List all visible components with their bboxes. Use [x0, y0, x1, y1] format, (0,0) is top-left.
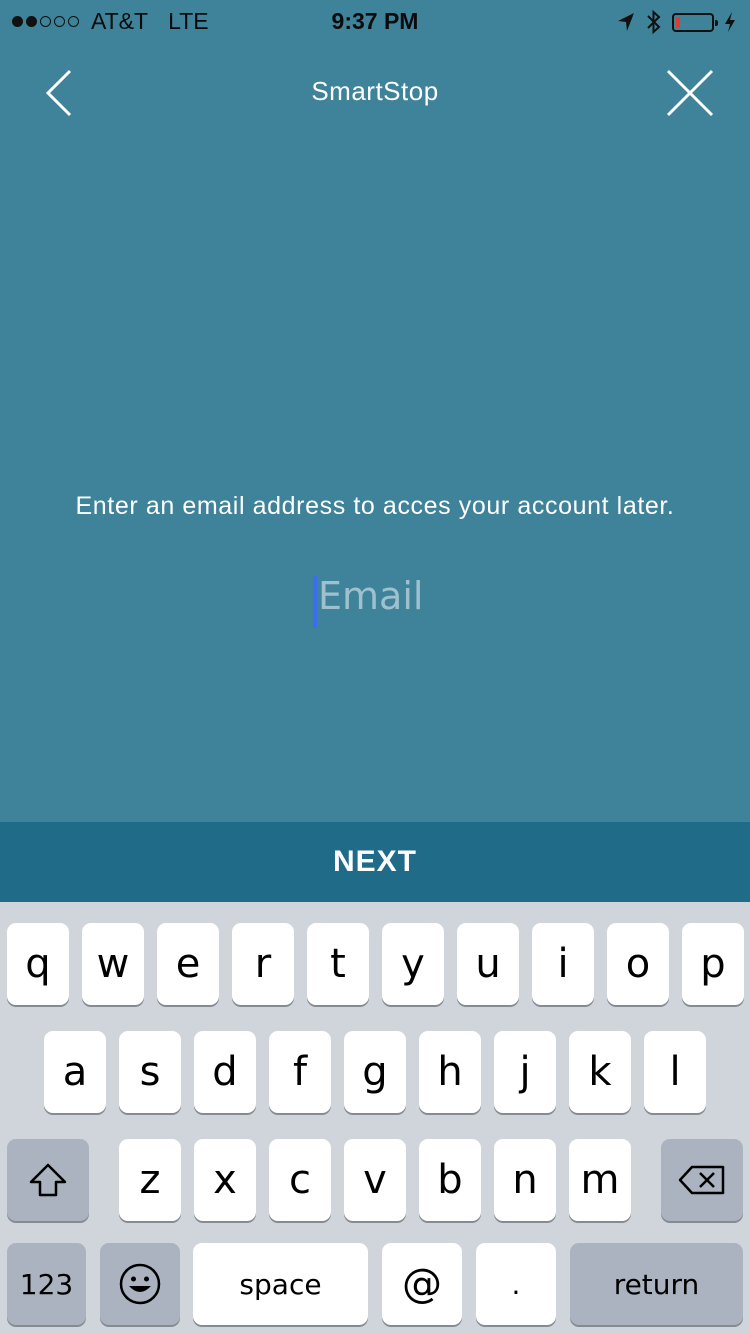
close-button[interactable] — [664, 66, 716, 120]
status-bar: AT&T LTE 9:37 PM — [0, 0, 750, 40]
location-arrow-icon — [618, 13, 634, 31]
key-g[interactable]: g — [344, 1031, 406, 1113]
key-l[interactable]: l — [644, 1031, 706, 1113]
space-key[interactable]: space — [193, 1243, 368, 1325]
next-button[interactable]: NEXT — [0, 822, 750, 902]
key-v[interactable]: v — [344, 1139, 406, 1221]
key-b[interactable]: b — [419, 1139, 481, 1221]
key-f[interactable]: f — [269, 1031, 331, 1113]
key-s[interactable]: s — [119, 1031, 181, 1113]
battery-level — [676, 16, 680, 28]
battery-icon — [672, 12, 718, 32]
close-icon — [666, 69, 714, 117]
app-screen: AT&T LTE 9:37 PM SmartStop Enter an emai… — [0, 0, 750, 902]
key-r[interactable]: r — [232, 923, 294, 1005]
key-z[interactable]: z — [119, 1139, 181, 1221]
status-right — [616, 9, 736, 35]
emoji-icon — [119, 1263, 161, 1305]
key-t[interactable]: t — [307, 923, 369, 1005]
numbers-key[interactable]: 123 — [7, 1243, 86, 1325]
key-h[interactable]: h — [419, 1031, 481, 1113]
backspace-key[interactable] — [661, 1139, 743, 1221]
dot-key[interactable]: . — [476, 1243, 556, 1325]
at-key[interactable]: @ — [382, 1243, 462, 1325]
backspace-icon — [678, 1165, 725, 1195]
battery-nub — [715, 19, 718, 26]
key-c[interactable]: c — [269, 1139, 331, 1221]
key-p[interactable]: p — [682, 923, 744, 1005]
key-q[interactable]: q — [7, 923, 69, 1005]
email-field[interactable] — [318, 566, 618, 626]
charging-bolt-icon — [725, 12, 735, 32]
key-k[interactable]: k — [569, 1031, 631, 1113]
key-j[interactable]: j — [494, 1031, 556, 1113]
shift-icon — [29, 1163, 67, 1197]
emoji-key[interactable] — [100, 1243, 180, 1325]
key-a[interactable]: a — [44, 1031, 106, 1113]
app-title: SmartStop — [311, 76, 439, 106]
key-w[interactable]: w — [82, 923, 144, 1005]
shift-key[interactable] — [7, 1139, 89, 1221]
keyboard: 123 space @ . return qwertyuiop asdfghjkl… — [0, 902, 750, 1334]
key-x[interactable]: x — [194, 1139, 256, 1221]
key-i[interactable]: i — [532, 923, 594, 1005]
key-y[interactable]: y — [382, 923, 444, 1005]
bluetooth-icon — [647, 9, 661, 35]
key-e[interactable]: e — [157, 923, 219, 1005]
key-o[interactable]: o — [607, 923, 669, 1005]
text-cursor — [313, 576, 317, 628]
return-key[interactable]: return — [570, 1243, 743, 1325]
key-u[interactable]: u — [457, 923, 519, 1005]
email-prompt: Enter an email address to acces your acc… — [75, 492, 675, 520]
key-n[interactable]: n — [494, 1139, 556, 1221]
key-d[interactable]: d — [194, 1031, 256, 1113]
email-field-wrap — [0, 560, 750, 630]
key-m[interactable]: m — [569, 1139, 631, 1221]
